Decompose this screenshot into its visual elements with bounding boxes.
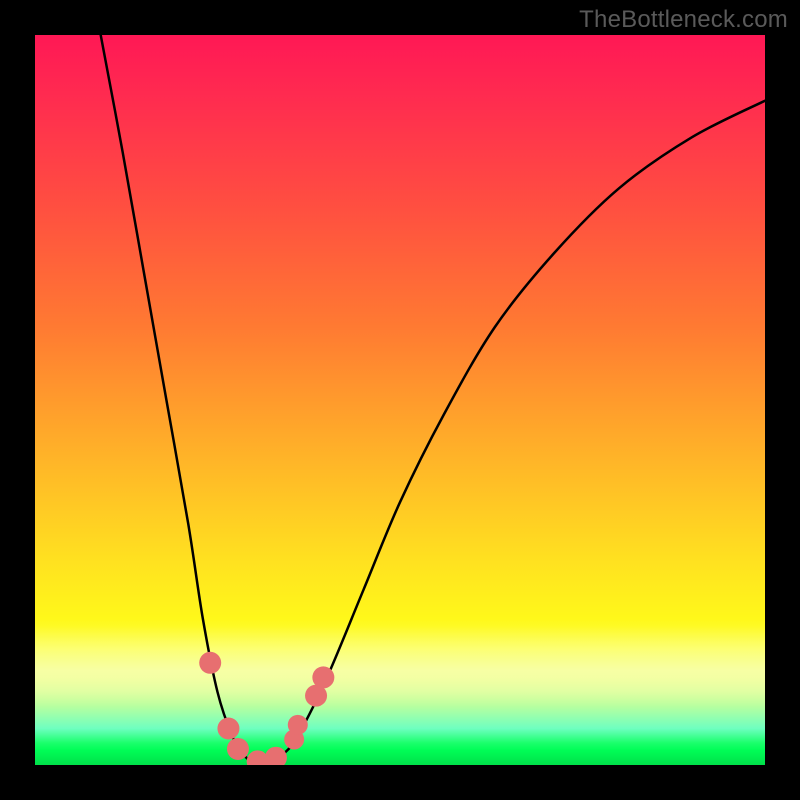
marker-point	[199, 652, 221, 674]
curve-markers	[199, 652, 334, 765]
bottleneck-curve	[101, 35, 765, 764]
marker-point	[227, 738, 249, 760]
marker-point	[312, 666, 334, 688]
marker-point	[217, 718, 239, 740]
figure-frame: TheBottleneck.com	[0, 0, 800, 800]
marker-point	[288, 715, 308, 735]
curve-layer	[35, 35, 765, 765]
plot-area	[35, 35, 765, 765]
watermark-text: TheBottleneck.com	[579, 6, 788, 34]
marker-point	[265, 747, 287, 765]
